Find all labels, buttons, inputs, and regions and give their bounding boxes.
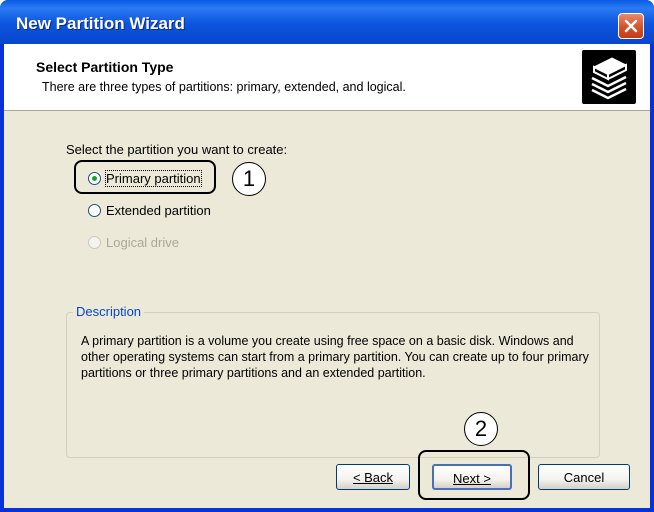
description-group: Description A primary partition is a vol… [66,304,600,458]
radio-logical-drive: Logical drive [88,234,208,254]
radio-label-logical: Logical drive [106,235,179,250]
annotation-step-1: 1 [232,162,266,196]
description-caption: Description [73,304,145,319]
description-text: A primary partition is a volume you crea… [81,334,589,380]
radio-label-extended: Extended partition [106,203,211,218]
annotation-step-2: 2 [464,412,498,446]
next-button[interactable]: Next > [432,464,512,490]
wizard-header: Select Partition Type There are three ty… [4,44,650,111]
wizard-body: Select Partition Type There are three ty… [4,44,650,508]
partition-prompt: Select the partition you want to create: [66,142,288,157]
title-bar: New Partition Wizard [0,0,654,44]
radio-button-disabled [88,236,101,249]
page-subtitle: There are three types of partitions: pri… [42,80,406,94]
next-button-label: Next > [453,471,491,486]
back-button[interactable]: < Back [336,464,410,490]
cancel-button-label: Cancel [563,470,605,485]
cancel-button[interactable]: Cancel [538,464,630,490]
page-title: Select Partition Type [36,59,174,75]
close-button[interactable] [618,13,644,39]
close-icon [624,19,638,33]
back-button-label: < Back [352,470,394,485]
window-title: New Partition Wizard [16,14,185,33]
disk-partition-icon [582,50,636,104]
wizard-window: New Partition Wizard Select Partition Ty… [0,0,654,512]
radio-button[interactable] [88,204,101,217]
annotation-highlight-primary [74,160,216,194]
radio-extended-partition[interactable]: Extended partition [88,202,228,222]
